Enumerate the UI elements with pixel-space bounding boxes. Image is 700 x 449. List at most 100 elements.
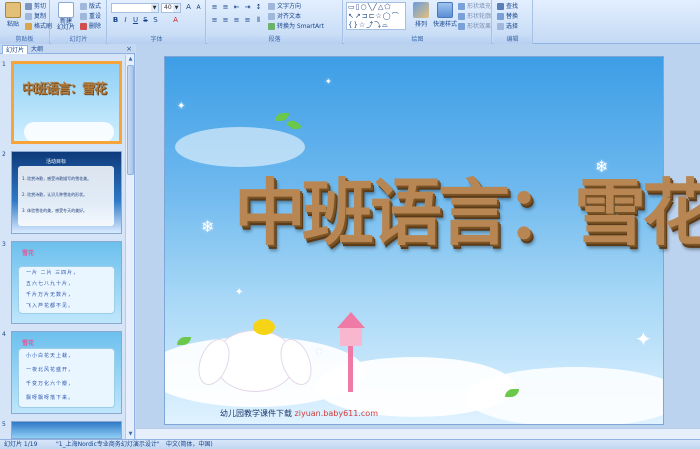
leaf-decoration bbox=[286, 117, 302, 133]
scroll-up-icon[interactable]: ▲ bbox=[126, 55, 135, 64]
bullets-icon[interactable]: ≡ bbox=[210, 3, 219, 12]
new-slide-button[interactable]: 新建 幻灯片 bbox=[54, 2, 78, 32]
tab-slides[interactable]: 幻灯片 bbox=[2, 45, 29, 54]
columns-icon[interactable]: ⫴ bbox=[254, 16, 263, 25]
bunny-illustration bbox=[193, 319, 317, 399]
align-text-label: 对齐文本 bbox=[277, 13, 302, 20]
shape-outline-button[interactable]: 形状轮廓 bbox=[458, 12, 491, 21]
new-slide-icon bbox=[58, 2, 74, 18]
shapes-gallery[interactable]: ▭▯○╲╱△⬠ ↖↗⊐⊏☆◯⌒ {}☆⤴⤵⌓ bbox=[346, 2, 406, 30]
font-size-combo[interactable]: 40 ▼ bbox=[161, 3, 181, 13]
copy-label: 复制 bbox=[34, 13, 47, 20]
thumbnail-tag: 雪花 bbox=[22, 250, 35, 257]
language-indicator[interactable]: 中文(简体，中国) bbox=[166, 440, 213, 449]
shape-outline-label: 形状轮廓 bbox=[467, 13, 492, 20]
text-direction-icon bbox=[268, 3, 275, 10]
slide-number: 2 bbox=[2, 151, 6, 158]
snowflake-icon: ✦ bbox=[635, 327, 652, 351]
quick-styles-button[interactable]: 快速样式 bbox=[432, 2, 458, 32]
reset-button[interactable]: 重设 bbox=[80, 12, 101, 21]
justify-icon[interactable]: ≡ bbox=[243, 16, 252, 25]
paste-label: 粘贴 bbox=[6, 21, 19, 28]
horizontal-scrollbar[interactable] bbox=[136, 428, 700, 439]
select-label: 选择 bbox=[506, 23, 519, 30]
shape-effects-button[interactable]: 形状效果 bbox=[458, 22, 491, 31]
paste-icon bbox=[5, 2, 21, 18]
align-text-button[interactable]: 对齐文本 bbox=[268, 12, 301, 21]
slide-number: 3 bbox=[2, 241, 6, 248]
footer-url: ziyuan.baby611.com bbox=[294, 409, 378, 418]
quick-styles-icon bbox=[437, 2, 453, 18]
strikethrough-icon[interactable]: S bbox=[141, 16, 150, 25]
layout-icon bbox=[80, 3, 87, 10]
scroll-thumb[interactable] bbox=[127, 65, 134, 175]
shape-fill-button[interactable]: 形状填充 bbox=[458, 2, 491, 11]
replace-button[interactable]: 替换 bbox=[497, 12, 518, 21]
new-slide-label: 新建 幻灯片 bbox=[56, 18, 75, 31]
font-name-combo[interactable]: ▼ bbox=[111, 3, 159, 13]
slide-number: 5 bbox=[2, 421, 6, 428]
replace-icon bbox=[497, 13, 504, 20]
find-button[interactable]: 查找 bbox=[497, 2, 518, 11]
align-text-icon bbox=[268, 13, 275, 20]
chevron-down-icon: ▼ bbox=[173, 4, 180, 12]
slide-title[interactable]: 中班语言：雪花 bbox=[234, 154, 700, 259]
italic-icon[interactable]: I bbox=[121, 16, 130, 25]
cut-button[interactable]: 剪切 bbox=[25, 2, 46, 11]
slide-number: 4 bbox=[2, 331, 6, 338]
poem-line: 小小白花天上栽， bbox=[26, 353, 75, 359]
poem-line: 飞入芦花都不见。 bbox=[26, 303, 75, 309]
shadow-icon[interactable]: S bbox=[151, 16, 160, 25]
text-direction-label: 文字方向 bbox=[277, 3, 302, 10]
slides-group-label: 幻灯片 bbox=[51, 35, 106, 44]
paste-button[interactable]: 粘贴 bbox=[2, 2, 24, 32]
reset-label: 重设 bbox=[89, 13, 102, 20]
slide-count: 幻灯片 1/19 bbox=[4, 441, 38, 448]
copy-button[interactable]: 复制 bbox=[25, 12, 46, 21]
snowflake-icon: ✦ bbox=[315, 347, 324, 358]
snowflake-icon: ✦ bbox=[235, 287, 244, 298]
font-group: ▼ 40 ▼ A A B I U S S A 字体 bbox=[108, 0, 206, 44]
align-right-icon[interactable]: ≡ bbox=[232, 16, 241, 25]
copy-icon bbox=[25, 13, 32, 20]
thumbnail-title: 活动目标 bbox=[46, 159, 67, 165]
bold-icon[interactable]: B bbox=[111, 16, 120, 25]
find-label: 查找 bbox=[506, 3, 519, 10]
scroll-down-icon[interactable]: ▼ bbox=[126, 430, 135, 439]
tab-outline[interactable]: 大纲 bbox=[28, 45, 46, 54]
grow-font-icon[interactable]: A bbox=[184, 3, 193, 12]
poem-line: 一夜北风花盛开， bbox=[26, 367, 75, 373]
arrange-button[interactable]: 排列 bbox=[410, 2, 432, 32]
shape-fill-label: 形状填充 bbox=[467, 3, 492, 10]
select-button[interactable]: 选择 bbox=[497, 22, 518, 31]
close-icon[interactable]: × bbox=[126, 44, 132, 54]
panel-tabs: 幻灯片 大纲 × bbox=[0, 44, 135, 54]
text-direction-button[interactable]: 文字方向 bbox=[268, 2, 301, 11]
reset-icon bbox=[80, 13, 87, 20]
poem-line: 千片万片无数片， bbox=[26, 292, 75, 298]
panel-scrollbar[interactable]: ▲ ▼ bbox=[125, 55, 134, 439]
cut-label: 剪切 bbox=[34, 3, 47, 10]
font-size-value: 40 bbox=[164, 4, 172, 11]
shrink-font-icon[interactable]: A bbox=[194, 3, 203, 12]
font-color-icon[interactable]: A bbox=[171, 16, 180, 25]
line-spacing-icon[interactable]: ↕ bbox=[254, 3, 263, 12]
slide-number: 1 bbox=[2, 61, 6, 68]
delete-button[interactable]: 删除 bbox=[80, 22, 101, 31]
ribbon: 粘贴 剪切 复制 格式刷 剪贴板 新建 幻灯片 版式 重设 删除 幻灯片 ▼ 4… bbox=[0, 0, 700, 44]
align-left-icon[interactable]: ≡ bbox=[210, 16, 219, 25]
decrease-indent-icon[interactable]: ⇤ bbox=[232, 3, 241, 12]
format-painter-button[interactable]: 格式刷 bbox=[25, 22, 52, 31]
align-center-icon[interactable]: ≡ bbox=[221, 16, 230, 25]
cloud-decoration bbox=[465, 367, 663, 424]
delete-label: 删除 bbox=[89, 23, 102, 30]
slide-footer: 幼儿园教学课件下载 ziyuan.baby611.com bbox=[220, 408, 378, 419]
smartart-button[interactable]: 转换为 SmartArt bbox=[268, 22, 324, 31]
layout-button[interactable]: 版式 bbox=[80, 2, 101, 11]
thumbnail-line: 1. 欣赏诗歌，感受诗歌描写的雪花美。 bbox=[22, 176, 92, 181]
cloud-decoration bbox=[24, 122, 114, 141]
numbering-icon[interactable]: ≡ bbox=[221, 3, 230, 12]
underline-icon[interactable]: U bbox=[131, 16, 140, 25]
increase-indent-icon[interactable]: ⇥ bbox=[243, 3, 252, 12]
thumbnail-line: 2. 欣赏诗歌，认识几种雪花的形状。 bbox=[22, 192, 88, 197]
